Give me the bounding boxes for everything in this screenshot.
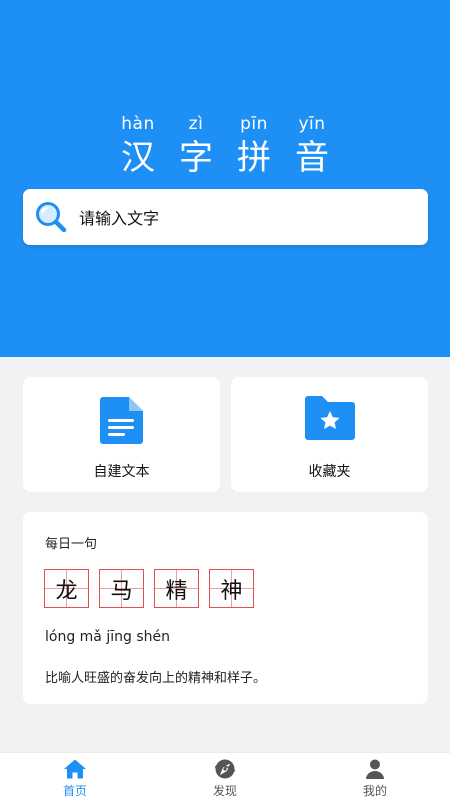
title-char: 音 — [295, 138, 329, 178]
search-placeholder: 请输入文字 — [79, 209, 160, 228]
tianzige-row: 龙 马 精 神 — [44, 569, 264, 608]
custom-text-label: 自建文本 — [93, 464, 150, 480]
title-char: 字 — [179, 138, 213, 178]
tianzige-cell: 马 — [99, 569, 144, 608]
title-char: 拼 — [237, 138, 271, 178]
search-icon — [36, 202, 67, 233]
app-title: 汉 字 拼 音 — [0, 136, 450, 180]
pinyin-syllable: yīn — [298, 114, 326, 134]
pinyin-syllable: hàn — [121, 114, 155, 134]
daily-title: 每日一句 — [45, 537, 98, 552]
header-banner: hàn zì pīn yīn 汉 字 拼 音 — [0, 0, 450, 357]
tab-home[interactable]: 首页 — [0, 753, 150, 800]
home-icon — [64, 759, 86, 779]
bottom-tab-bar: 首页 发现 我的 — [0, 752, 450, 800]
favorites-button[interactable]: 收藏夹 — [231, 377, 428, 492]
search-input[interactable]: 请输入文字 — [23, 189, 428, 245]
title-char: 汉 — [121, 138, 155, 178]
star-folder-icon — [304, 396, 355, 440]
phrase-char: 神 — [220, 578, 243, 604]
document-icon — [99, 397, 143, 444]
tab-home-label: 首页 — [62, 784, 87, 798]
custom-text-button[interactable]: 自建文本 — [23, 377, 220, 492]
phrase-meaning: 比喻人旺盛的奋发向上的精神和样子。 — [45, 671, 267, 686]
pinyin-syllable: zì — [188, 114, 204, 134]
phrase-pinyin: lóng mǎ jīng shén — [45, 629, 170, 645]
tab-discover[interactable]: 发现 — [150, 753, 300, 800]
phrase-char: 马 — [110, 578, 133, 604]
tab-me[interactable]: 我的 — [300, 753, 450, 800]
pinyin-syllable: pīn — [240, 114, 268, 134]
favorites-label: 收藏夹 — [308, 464, 351, 480]
tianzige-cell: 精 — [154, 569, 199, 608]
title-pinyin: hàn zì pīn yīn — [0, 114, 450, 134]
phrase-char: 精 — [165, 578, 188, 604]
daily-phrase-card: 每日一句 龙 马 精 神 lóng mǎ jīng shén 比喻人旺盛的奋发向… — [23, 512, 428, 704]
tab-me-label: 我的 — [362, 784, 387, 798]
user-icon — [366, 759, 384, 779]
tianzige-cell: 神 — [209, 569, 254, 608]
phrase-char: 龙 — [55, 578, 78, 604]
tab-discover-label: 发现 — [212, 784, 237, 798]
discover-icon — [214, 759, 236, 779]
tianzige-cell: 龙 — [44, 569, 89, 608]
